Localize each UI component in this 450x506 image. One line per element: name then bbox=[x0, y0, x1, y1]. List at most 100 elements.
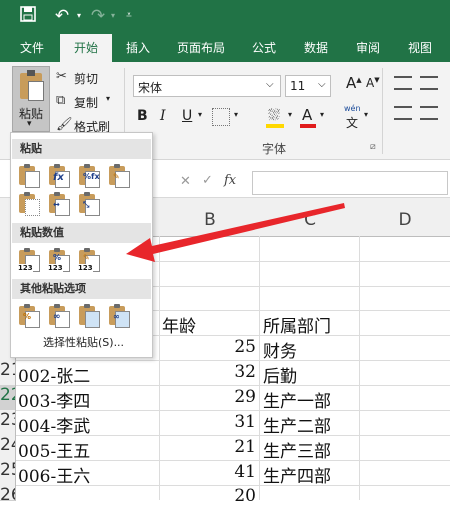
font-color-dropdown-icon[interactable]: ▾ bbox=[320, 110, 324, 119]
cell-c[interactable]: 生产一部 bbox=[263, 387, 331, 412]
fill-color-icon[interactable]: ⛆ bbox=[268, 106, 280, 124]
cell-c[interactable]: 生产四部 bbox=[263, 462, 331, 487]
borders-dropdown-icon[interactable]: ▾ bbox=[234, 110, 238, 119]
cell-a[interactable]: 002-张二 bbox=[18, 362, 90, 387]
cell-a[interactable]: 003-李四 bbox=[18, 387, 90, 412]
cell-b[interactable]: 29 bbox=[160, 387, 256, 407]
tab-home[interactable]: 开始 bbox=[60, 34, 112, 62]
redo-dropdown-icon[interactable]: ▾ bbox=[108, 6, 118, 26]
dialog-launcher-icon[interactable]: ⧄ bbox=[370, 142, 376, 152]
fill-color-swatch bbox=[266, 124, 284, 128]
tab-page-layout[interactable]: 页面布局 bbox=[168, 34, 234, 62]
paste-button[interactable]: 粘贴 ▾ bbox=[12, 66, 50, 132]
paste-formulas-number-format-icon[interactable]: %fx bbox=[77, 163, 100, 188]
phonetic-dropdown-icon[interactable]: ▾ bbox=[364, 110, 368, 119]
decrease-font-icon[interactable]: A▼ bbox=[366, 76, 380, 90]
increase-font-icon[interactable]: A▲ bbox=[346, 74, 362, 92]
customize-icon[interactable]: ⩡ bbox=[122, 6, 136, 26]
section-header-paste-values: 粘贴数值 bbox=[12, 223, 151, 243]
paste-special-label: 选择性粘贴(S)... bbox=[43, 336, 125, 349]
font-name-select[interactable]: 宋体 ⌵ bbox=[133, 75, 281, 97]
paste-values-icon[interactable]: 123 bbox=[17, 247, 40, 272]
paste-link-icon[interactable]: ∞ bbox=[47, 303, 70, 328]
tab-view[interactable]: 视图 bbox=[396, 34, 444, 62]
row-header[interactable]: 21 bbox=[0, 360, 16, 386]
paste-formatting-icon[interactable]: % bbox=[17, 303, 40, 328]
cell-c[interactable]: 生产二部 bbox=[263, 412, 331, 437]
save-icon[interactable] bbox=[18, 6, 38, 26]
cell-c[interactable]: 所属部门 bbox=[263, 312, 331, 337]
row-header[interactable]: 23 bbox=[0, 410, 16, 436]
cell-b[interactable]: 20 bbox=[160, 486, 256, 506]
paste-transpose-icon[interactable]: ⤡ bbox=[77, 191, 100, 216]
paste-picture-icon[interactable] bbox=[77, 303, 100, 328]
phonetic-guide-button[interactable]: 文 bbox=[346, 114, 358, 131]
cell-a[interactable]: 005-王五 bbox=[18, 437, 90, 462]
gridline bbox=[15, 360, 450, 361]
cell-c[interactable]: 生产三部 bbox=[263, 437, 331, 462]
copy-dropdown-icon[interactable]: ▾ bbox=[106, 94, 110, 103]
tab-data[interactable]: 数据 bbox=[292, 34, 340, 62]
borders-icon[interactable] bbox=[212, 108, 230, 126]
paste-keep-source-formatting-icon[interactable]: ✎ bbox=[107, 163, 130, 188]
paste-formulas-icon[interactable]: fx bbox=[47, 163, 70, 188]
cell-b[interactable]: 年龄 bbox=[162, 312, 196, 337]
tab-file[interactable]: 文件 bbox=[8, 34, 56, 62]
bold-button[interactable]: B bbox=[137, 108, 148, 124]
copy-button[interactable]: 复制 bbox=[74, 94, 98, 111]
cell-b[interactable]: 25 bbox=[160, 337, 256, 357]
paste-icon[interactable] bbox=[17, 163, 40, 188]
paste-special-item[interactable]: 选择性粘贴(S)... bbox=[13, 331, 150, 351]
chevron-down-icon: ⌵ bbox=[318, 79, 326, 90]
underline-button[interactable]: U bbox=[182, 108, 192, 124]
font-size-select[interactable]: 11 ⌵ bbox=[285, 75, 331, 97]
phonetic-guide-top[interactable]: wén bbox=[344, 104, 361, 113]
undo-icon[interactable]: ↶ bbox=[52, 6, 72, 26]
redo-icon[interactable]: ↷ bbox=[88, 6, 108, 26]
section-header-paste: 粘贴 bbox=[12, 139, 151, 159]
align-top-icon[interactable] bbox=[394, 76, 412, 90]
tab-review[interactable]: 审阅 bbox=[344, 34, 392, 62]
cell-c[interactable]: 财务 bbox=[263, 337, 297, 362]
align-left-icon[interactable] bbox=[394, 106, 412, 120]
paste-linked-picture-icon[interactable]: ∞ bbox=[107, 303, 130, 328]
cell-b[interactable]: 21 bbox=[160, 437, 256, 457]
paste-no-borders-icon[interactable] bbox=[17, 191, 40, 216]
fill-dropdown-icon[interactable]: ▾ bbox=[288, 110, 292, 119]
paste-keep-column-widths-icon[interactable]: ↔ bbox=[47, 191, 70, 216]
italic-button[interactable]: I bbox=[160, 108, 166, 124]
align-center-icon[interactable] bbox=[420, 106, 438, 120]
insert-function-icon[interactable]: fx bbox=[224, 173, 236, 188]
row-header[interactable]: 24 bbox=[0, 435, 16, 461]
paste-values-source-formatting-icon[interactable]: ✎ 123 bbox=[77, 247, 100, 272]
column-header-b[interactable]: B bbox=[160, 198, 261, 237]
underline-dropdown-icon[interactable]: ▾ bbox=[198, 110, 202, 119]
font-color-button[interactable]: A bbox=[302, 106, 312, 124]
column-header-d[interactable]: D bbox=[360, 198, 450, 237]
align-middle-icon[interactable] bbox=[420, 76, 438, 90]
tab-formulas[interactable]: 公式 bbox=[240, 34, 288, 62]
cell-c[interactable]: 后勤 bbox=[263, 362, 297, 387]
formula-input[interactable] bbox=[252, 171, 448, 195]
copy-icon: ⧉ bbox=[56, 93, 66, 108]
cancel-icon[interactable]: ✕ bbox=[180, 174, 191, 189]
font-color-swatch bbox=[300, 124, 316, 128]
cell-b[interactable]: 41 bbox=[160, 462, 256, 482]
undo-dropdown-icon[interactable]: ▾ bbox=[74, 6, 84, 26]
group-divider bbox=[382, 68, 383, 154]
paste-dropdown-icon: ▾ bbox=[27, 119, 32, 129]
tab-insert[interactable]: 插入 bbox=[114, 34, 162, 62]
cell-b[interactable]: 32 bbox=[160, 362, 256, 382]
cut-button[interactable]: 剪切 bbox=[74, 70, 98, 87]
font-size-value: 11 bbox=[290, 79, 306, 93]
row-header[interactable]: 25 bbox=[0, 460, 16, 486]
column-header-c[interactable]: C bbox=[260, 198, 361, 237]
title-bar: ↶ ▾ ↷ ▾ ⩡ bbox=[0, 0, 450, 34]
cell-a[interactable]: 004-李武 bbox=[18, 412, 90, 437]
cell-a[interactable]: 006-王六 bbox=[18, 462, 90, 487]
cell-b[interactable]: 31 bbox=[160, 412, 256, 432]
paste-values-number-format-icon[interactable]: % 123 bbox=[47, 247, 70, 272]
row-header[interactable]: 26 bbox=[0, 485, 16, 501]
enter-icon[interactable]: ✓ bbox=[202, 173, 213, 188]
row-header[interactable]: 22 bbox=[0, 385, 16, 411]
